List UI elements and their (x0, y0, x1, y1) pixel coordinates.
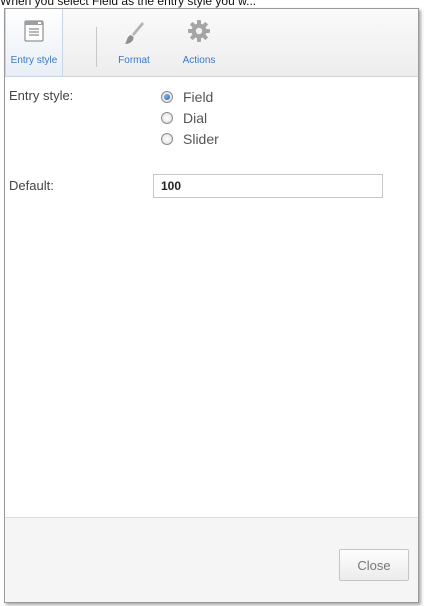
radio-label: Field (183, 89, 214, 105)
panel-content: Entry style: Field Dial Slider Default: (5, 78, 418, 519)
default-value-field[interactable] (153, 174, 383, 198)
panel-toolbar: Entry style Format Actions (5, 9, 418, 77)
entry-style-icon (22, 19, 46, 46)
tab-actions-label: Actions (182, 55, 216, 66)
entry-style-label: Entry style: (9, 88, 74, 103)
radio-label: Slider (183, 131, 219, 147)
page-caption: When you select Field as the entry style… (0, 0, 257, 8)
panel-footer: Close (5, 517, 418, 602)
gear-icon (187, 19, 211, 46)
tab-format[interactable]: Format (109, 9, 159, 77)
input-properties-panel: Entry style Format Actions Entry style: … (4, 8, 419, 603)
default-label: Default: (9, 178, 54, 193)
tab-entry-style[interactable]: Entry style (5, 9, 63, 77)
radio-option-field[interactable]: Field (161, 87, 213, 107)
tab-entry-style-label: Entry style (10, 55, 58, 66)
tab-actions[interactable]: Actions (169, 9, 229, 77)
close-button[interactable]: Close (339, 549, 409, 581)
radio-button[interactable] (161, 133, 173, 145)
radio-option-slider[interactable]: Slider (161, 129, 219, 149)
radio-label: Dial (183, 110, 208, 126)
toolbar-divider (96, 27, 97, 67)
radio-button[interactable] (161, 112, 173, 124)
radio-option-dial[interactable]: Dial (161, 108, 207, 128)
tab-format-label: Format (118, 55, 150, 66)
paintbrush-icon (122, 19, 146, 50)
radio-button[interactable] (161, 91, 173, 103)
